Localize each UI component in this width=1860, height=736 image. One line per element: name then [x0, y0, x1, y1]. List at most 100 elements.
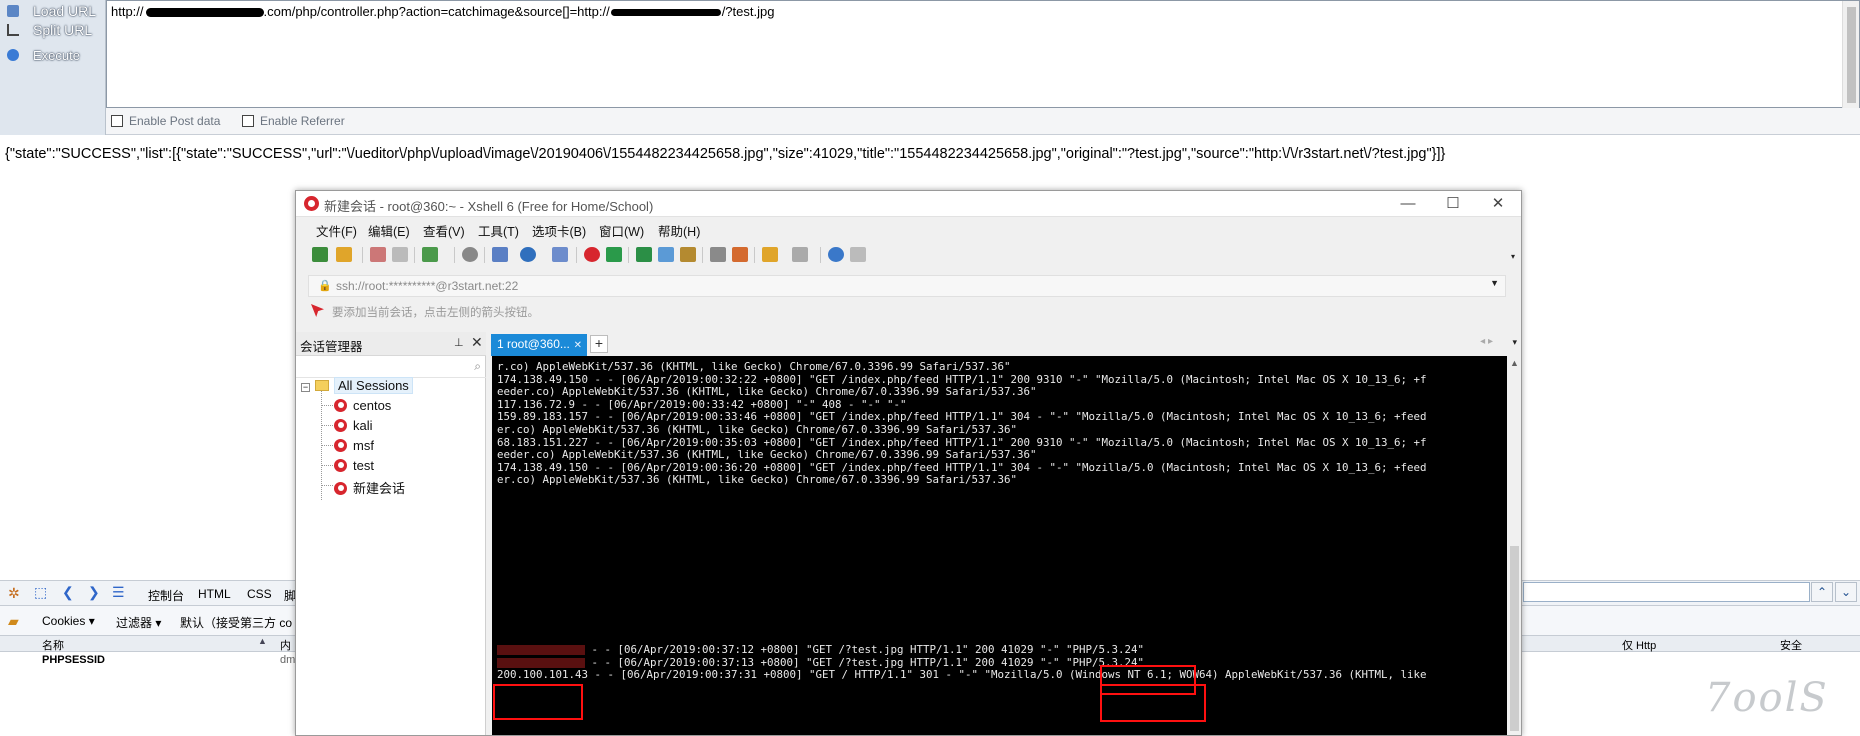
- tab-scroll-arrows[interactable]: ◂ ▸: [1480, 336, 1493, 347]
- close-button[interactable]: ✕: [1476, 193, 1520, 215]
- col-content-header[interactable]: 内: [280, 637, 291, 653]
- xshell-titlebar[interactable]: 新建会话 - root@360:~ - Xshell 6 (Free for H…: [296, 191, 1521, 217]
- session-icon: [334, 399, 347, 412]
- toolbar-separator: [820, 247, 821, 263]
- terminal-output[interactable]: r.co) AppleWebKit/537.36 (KHTML, like Ge…: [492, 356, 1507, 735]
- devtools-tab-html[interactable]: HTML: [198, 587, 231, 601]
- menu-edit[interactable]: 编辑(E): [368, 221, 410, 240]
- reconnect-icon[interactable]: [370, 247, 386, 262]
- filter-menu[interactable]: 过滤器 ▾: [116, 614, 161, 631]
- redaction-mark: [610, 9, 721, 17]
- execute-button[interactable]: Execute: [0, 44, 106, 66]
- chevron-down-icon[interactable]: ▼: [1490, 278, 1499, 288]
- terminal-scrollbar[interactable]: ▲: [1507, 356, 1521, 735]
- split-url-button[interactable]: Split URL: [0, 19, 106, 41]
- collapse-icon[interactable]: −: [301, 383, 310, 392]
- session-item-centos[interactable]: centos: [334, 398, 391, 413]
- search-down-button[interactable]: ⌄: [1835, 582, 1857, 602]
- enable-post-option[interactable]: Enable Post data: [111, 114, 220, 128]
- menu-file[interactable]: 文件(F): [316, 221, 357, 240]
- maximize-button[interactable]: ☐: [1431, 193, 1475, 215]
- terminal-line: 174.138.49.150 - - [06/Apr/2019:00:32:22…: [497, 373, 1427, 386]
- devtools-search-input[interactable]: [1523, 582, 1810, 602]
- menu-window[interactable]: 窗口(W): [599, 221, 644, 240]
- session-item-new[interactable]: 新建会话: [334, 478, 405, 497]
- tree-line: [321, 485, 333, 486]
- table-row[interactable]: PHPSESSID dm ⊞: [0, 653, 300, 669]
- find-icon[interactable]: [462, 247, 478, 262]
- terminal-line: er.co) AppleWebKit/537.36 (KHTML, like G…: [497, 474, 1018, 487]
- execute-icon: [7, 49, 19, 61]
- terminal-log-tail: - - [06/Apr/2019:00:37:12 +0800] "GET /?…: [497, 644, 1502, 682]
- enable-referrer-option[interactable]: Enable Referrer: [242, 114, 345, 128]
- fullscreen-icon[interactable]: [636, 247, 652, 262]
- lock-icon: 🔒: [318, 280, 332, 292]
- default-policy-menu[interactable]: 默认（接受第三方 co: [180, 614, 292, 631]
- menu-help[interactable]: 帮助(H): [658, 221, 700, 240]
- command-line-icon[interactable]: ☰: [112, 584, 125, 601]
- enable-referrer-checkbox[interactable]: [242, 115, 254, 127]
- session-item-test[interactable]: test: [334, 458, 374, 473]
- response-json-text: {"state":"SUCCESS","list":[{"state":"SUC…: [5, 146, 1446, 162]
- col-secure-header[interactable]: 安全: [1780, 637, 1802, 653]
- globe-icon[interactable]: [520, 247, 536, 262]
- tree-line: [321, 425, 333, 426]
- new-session-icon[interactable]: [312, 247, 328, 262]
- hint-text: 要添加当前会话，点击左侧的箭头按钮。: [332, 307, 539, 319]
- close-icon[interactable]: ✕: [471, 334, 483, 351]
- transfer-icon[interactable]: [492, 247, 508, 262]
- url-scrollbar[interactable]: [1842, 1, 1859, 109]
- scrollbar-thumb[interactable]: [1847, 7, 1856, 103]
- open-folder-icon[interactable]: [336, 247, 352, 262]
- devtools-tab-console[interactable]: 控制台: [148, 587, 184, 604]
- menu-tools[interactable]: 工具(T): [478, 221, 519, 240]
- layout-icon[interactable]: [792, 247, 808, 262]
- add-tab-button[interactable]: +: [590, 335, 608, 353]
- scroll-up-icon[interactable]: ▲: [1510, 358, 1519, 368]
- tab-close-icon[interactable]: ✕: [574, 340, 582, 351]
- terminal-line: eeder.co) AppleWebKit/537.36 (KHTML, lik…: [497, 386, 1037, 399]
- minimize-button[interactable]: —: [1386, 193, 1430, 215]
- transparent-icon[interactable]: [658, 247, 674, 262]
- sort-asc-icon: ▲: [258, 636, 267, 646]
- search-up-button[interactable]: ⌃: [1811, 582, 1833, 602]
- back-icon[interactable]: ❮: [62, 584, 74, 601]
- xftp-icon[interactable]: [606, 247, 622, 262]
- session-icon: [334, 439, 347, 452]
- font-icon[interactable]: [552, 247, 568, 262]
- xshell-icon[interactable]: [584, 247, 600, 262]
- redaction-mark: [497, 645, 585, 655]
- session-item-msf[interactable]: msf: [334, 438, 374, 453]
- firebug-icon[interactable]: ✲: [8, 585, 20, 602]
- forward-icon[interactable]: ❯: [88, 584, 100, 601]
- tree-root-all-sessions[interactable]: − All Sessions: [301, 377, 413, 394]
- window-title: 新建会话 - root@360:~ - Xshell 6 (Free for H…: [324, 199, 654, 214]
- inspect-icon[interactable]: ⬚: [34, 584, 47, 601]
- col-httponly-header[interactable]: 仅 Http: [1622, 637, 1656, 653]
- tab-root-session[interactable]: 1 root@360... ✕: [491, 334, 587, 356]
- menu-tabs[interactable]: 选项卡(B): [532, 221, 586, 240]
- menu-view[interactable]: 查看(V): [423, 221, 465, 240]
- help-icon[interactable]: [828, 247, 844, 262]
- keyboard-icon[interactable]: [710, 247, 726, 262]
- hackbar-url-textarea[interactable]: http:// .com/php/controller.php?action=ca…: [106, 0, 1860, 109]
- col-name-header[interactable]: 名称: [42, 637, 64, 653]
- session-item-kali[interactable]: kali: [334, 418, 373, 433]
- script-icon[interactable]: [762, 247, 778, 262]
- highlight-icon[interactable]: [732, 247, 748, 262]
- cookies-menu[interactable]: Cookies ▾: [42, 614, 95, 628]
- scrollbar-thumb[interactable]: [1510, 546, 1519, 731]
- session-search-input[interactable]: ⌕: [296, 356, 486, 378]
- xshell-window: 新建会话 - root@360:~ - Xshell 6 (Free for H…: [295, 190, 1522, 736]
- toolbar-overflow-icon[interactable]: ▾: [1511, 252, 1515, 261]
- chat-icon[interactable]: [850, 247, 866, 262]
- lock-icon[interactable]: [680, 247, 696, 262]
- enable-post-checkbox[interactable]: [111, 115, 123, 127]
- tab-list-chevron-icon[interactable]: ▾: [1512, 337, 1517, 348]
- disconnect-icon[interactable]: [392, 247, 408, 262]
- properties-icon[interactable]: [422, 247, 438, 262]
- arrow-icon[interactable]: [311, 304, 324, 317]
- pin-icon[interactable]: ⊥: [454, 336, 464, 349]
- devtools-tab-css[interactable]: CSS: [247, 587, 272, 601]
- session-address-bar[interactable]: 🔒 ssh://root:**********@r3start.net:22 ▼: [308, 275, 1506, 297]
